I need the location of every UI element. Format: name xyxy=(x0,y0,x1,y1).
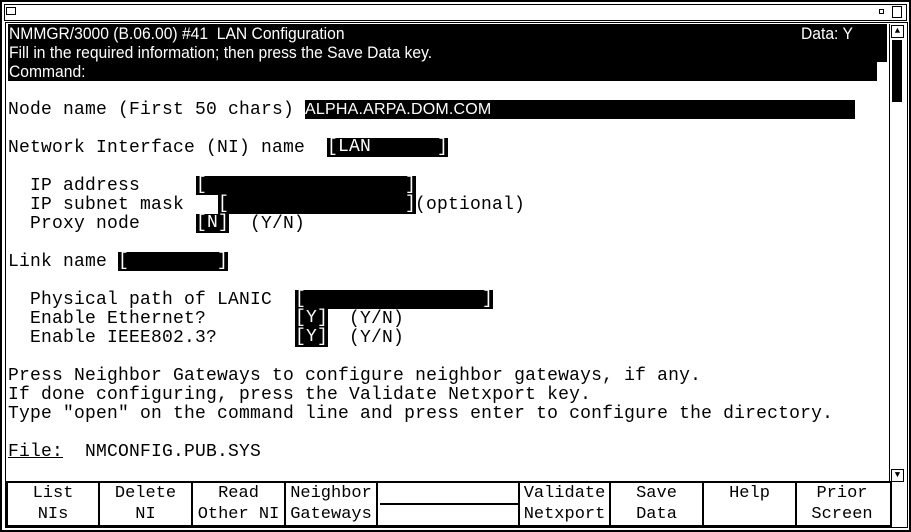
subnet-mask-field[interactable]: [ ] xyxy=(218,195,417,214)
ni-name-label: Network Interface (NI) name xyxy=(8,138,306,158)
subnet-note: (optional) xyxy=(415,195,526,215)
fkey-prior-screen[interactable]: Prior Screen xyxy=(797,483,887,525)
fkey-delete-ni[interactable]: Delete NI xyxy=(100,483,193,525)
instruction-text: Fill in the required information; then p… xyxy=(9,43,433,62)
scroll-thumb[interactable] xyxy=(892,40,902,102)
message-line: Press Neighbor Gateways to configure nei… xyxy=(8,366,702,386)
lanic-path-field[interactable]: [ ] xyxy=(295,290,494,309)
ieee-label: Enable IEEE802.3? xyxy=(30,328,218,348)
link-name-label: Link name xyxy=(8,252,108,272)
ieee-field[interactable]: [Y] xyxy=(295,328,329,347)
fkey-read-other-ni[interactable]: Read Other NI xyxy=(193,483,286,525)
fkey-save-data[interactable]: Save Data xyxy=(611,483,704,525)
ni-name-field[interactable]: [LAN ] xyxy=(327,138,449,157)
terminal-window: NMMGR/3000 (B.06.00) #41 LAN Configurati… xyxy=(0,0,911,532)
message-line: If done configuring, press the Validate … xyxy=(8,385,592,405)
lanic-path-label: Physical path of LANIC xyxy=(30,290,273,310)
screen-title: NMMGR/3000 (B.06.00) #41 LAN Configurati… xyxy=(9,24,345,43)
link-name-field[interactable]: [ ] xyxy=(118,252,229,271)
node-name-label: Node name (First 50 chars) xyxy=(8,100,295,120)
ieee-note: (Y/N) xyxy=(349,328,405,348)
proxy-node-label: Proxy node xyxy=(30,214,141,234)
scroll-up-arrow[interactable]: ▲ xyxy=(891,25,904,38)
node-name-field[interactable]: ALPHA.ARPA.DOM.COM xyxy=(305,100,855,119)
ip-address-field[interactable]: [ ] xyxy=(196,176,417,195)
fkey-help[interactable]: Help xyxy=(704,483,797,525)
data-flag: Data: Y xyxy=(801,24,853,43)
title-bar xyxy=(4,4,907,21)
maximize-icon[interactable] xyxy=(892,6,902,18)
minimize-icon[interactable] xyxy=(876,6,886,16)
window-menu-icon[interactable] xyxy=(6,7,16,15)
subnet-mask-label: IP subnet mask xyxy=(30,195,185,215)
scroll-down-arrow[interactable]: ▼ xyxy=(891,469,904,482)
fkey-blank-divider xyxy=(380,503,518,505)
command-input[interactable] xyxy=(96,62,876,81)
ethernet-field[interactable]: [Y] xyxy=(295,309,329,328)
ethernet-label: Enable Ethernet? xyxy=(30,309,207,329)
proxy-node-field[interactable]: [N] xyxy=(196,214,230,233)
fkey-list-nis[interactable]: List NIs xyxy=(8,483,100,525)
ethernet-note: (Y/N) xyxy=(349,309,405,329)
file-label: File: xyxy=(8,442,64,462)
ip-address-label: IP address xyxy=(30,176,141,196)
message-line: Type "open" on the command line and pres… xyxy=(8,404,834,424)
file-value: NMCONFIG.PUB.SYS xyxy=(85,442,262,462)
command-label: Command: xyxy=(9,62,86,81)
proxy-node-note: (Y/N) xyxy=(250,214,306,234)
fkey-neighbor-gateways[interactable]: Neighbor Gateways xyxy=(286,483,378,525)
fkey-validate-netxport[interactable]: Validate Netxport xyxy=(520,483,611,525)
